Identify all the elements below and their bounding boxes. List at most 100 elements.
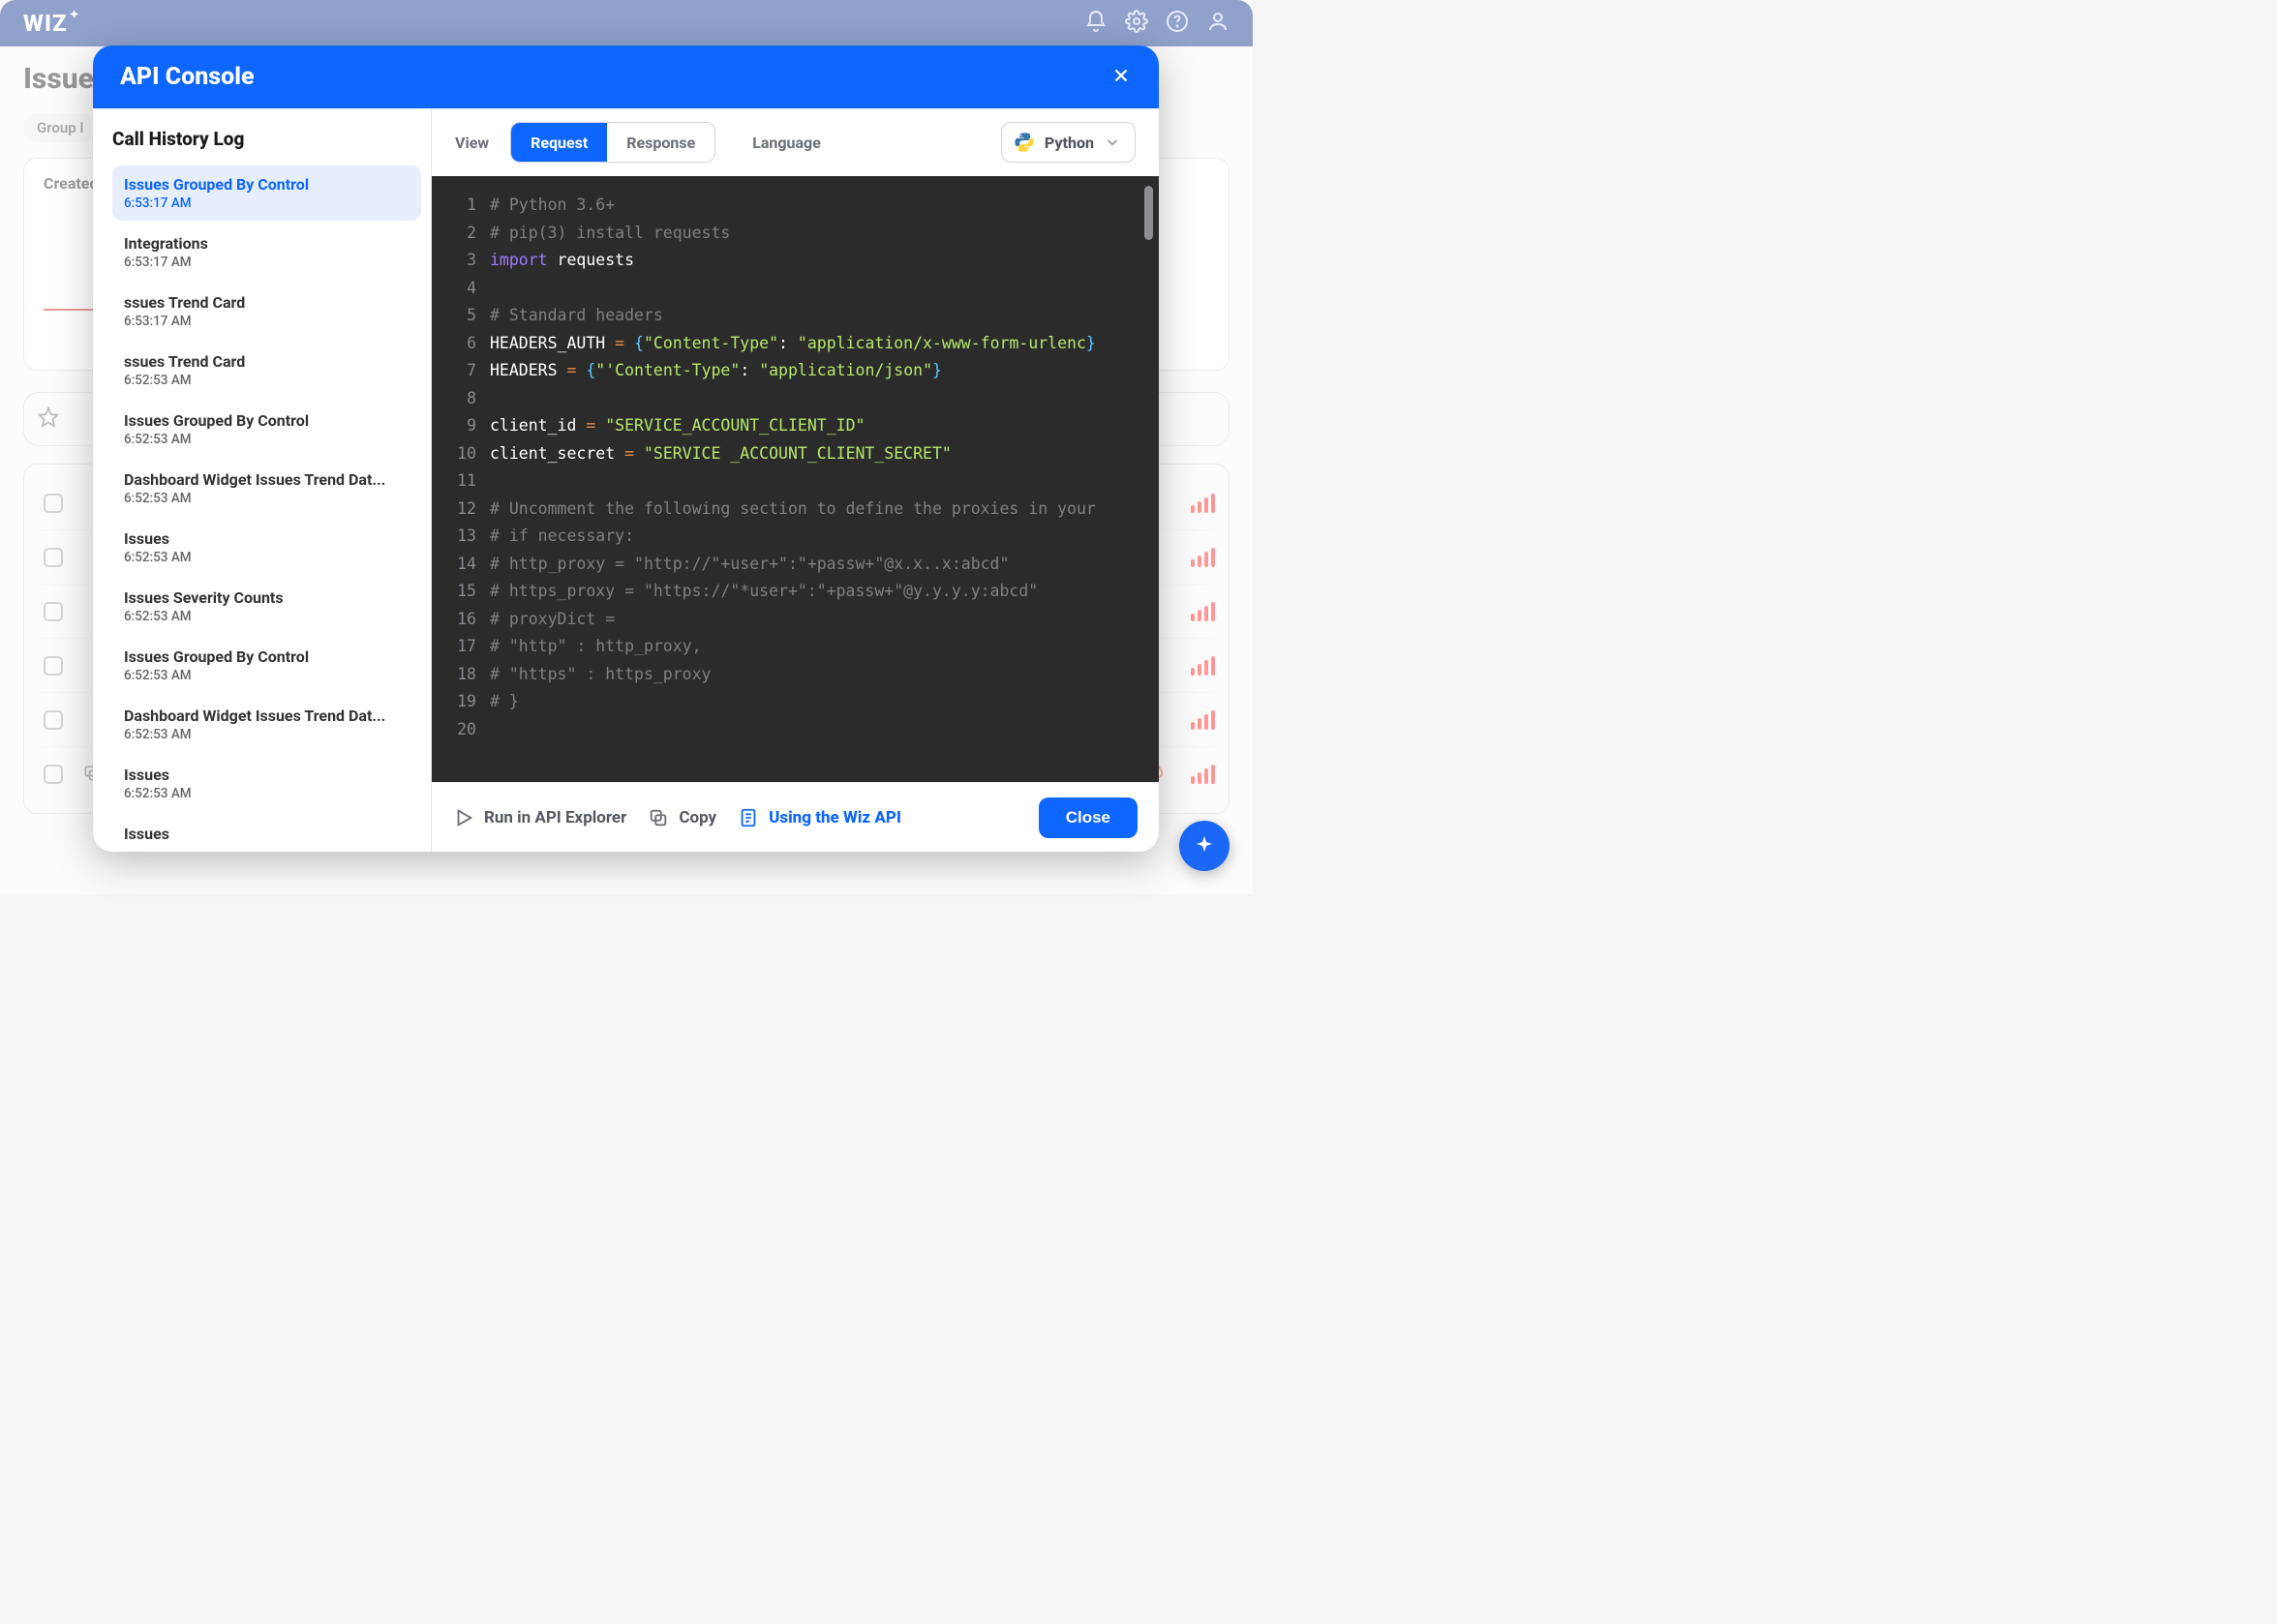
close-icon[interactable] (1110, 65, 1132, 90)
scrollbar-thumb[interactable] (1144, 186, 1153, 240)
history-item-name: Integrations (124, 234, 410, 253)
response-tab[interactable]: Response (607, 123, 714, 162)
history-item[interactable]: ssues Trend Card6:52:53 AM (112, 343, 421, 398)
line-number: 2 (432, 220, 490, 248)
code-content: # http_proxy = "http://"+user+":"+passw+… (490, 551, 1009, 579)
code-line: 3import requests (432, 247, 1159, 275)
code-line: 4 (432, 275, 1159, 303)
line-number: 7 (432, 357, 490, 385)
history-item-time: 6:52:53 AM (124, 727, 410, 742)
history-item-name: Issues Grouped By Control (124, 411, 410, 430)
code-content: HEADERS = {"'Content-Type": "application… (490, 357, 942, 385)
document-icon (738, 807, 759, 828)
code-content: HEADERS_AUTH = {"Content-Type": "applica… (490, 330, 1096, 358)
history-item[interactable]: Integrations 6:53:17 AM (112, 225, 421, 280)
code-content (490, 716, 500, 744)
code-line: 12# Uncomment the following section to d… (432, 496, 1159, 524)
code-content: # https_proxy = "https://"*user+":"+pass… (490, 578, 1038, 606)
line-number: 10 (432, 440, 490, 468)
code-line: 5# Standard headers (432, 302, 1159, 330)
code-toolbar: View Request Response Language Python (432, 108, 1159, 176)
history-item-time: 6:53:17 AM (124, 255, 410, 270)
code-line: 1# Python 3.6+ (432, 192, 1159, 220)
history-item-time: 6:53:17 AM (124, 195, 410, 211)
assistant-fab[interactable] (1179, 821, 1230, 871)
history-item-name: Issues Severity Counts (124, 588, 410, 607)
line-number: 15 (432, 578, 490, 606)
code-content: client_secret = "SERVICE _ACCOUNT_CLIENT… (490, 440, 952, 468)
code-panel: View Request Response Language Python (432, 108, 1159, 852)
line-number: 13 (432, 523, 490, 551)
code-content (490, 467, 500, 496)
code-line: 16# proxyDict = (432, 606, 1159, 634)
code-content: import requests (490, 247, 634, 275)
history-item[interactable]: Issues 6:52:53 AM (112, 756, 421, 811)
code-line: 18# "https" : https_proxy (432, 661, 1159, 689)
history-item[interactable]: Issues (112, 815, 421, 852)
code-content (490, 385, 500, 413)
history-item[interactable]: Dashboard Widget Issues Trend Dat... 6:52… (112, 461, 421, 516)
history-item-name: Issues Grouped By Control (124, 647, 410, 666)
line-number: 11 (432, 467, 490, 496)
request-tab[interactable]: Request (511, 123, 607, 162)
history-item-name: ssues Trend Card (124, 293, 410, 312)
code-line: 20 (432, 716, 1159, 744)
run-api-explorer-button[interactable]: Run in API Explorer (453, 807, 626, 828)
history-item-name: Dashboard Widget Issues Trend Dat... (124, 707, 410, 725)
history-item-time: 6:52:53 AM (124, 432, 410, 447)
request-response-toggle: Request Response (510, 122, 715, 163)
line-number: 19 (432, 688, 490, 716)
history-item-name: Issues (124, 825, 410, 843)
history-item[interactable]: Issues Grouped By Control 6:52:53 AM (112, 638, 421, 693)
close-button[interactable]: Close (1039, 797, 1138, 838)
language-select[interactable]: Python (1001, 122, 1136, 163)
line-number: 12 (432, 496, 490, 524)
history-item[interactable]: Dashboard Widget Issues Trend Dat... 6:52… (112, 697, 421, 752)
copy-icon (648, 807, 669, 828)
modal-footer: Run in API Explorer Copy Using the Wiz A… (432, 782, 1159, 852)
code-line: 6HEADERS_AUTH = {"Content-Type": "applic… (432, 330, 1159, 358)
code-content: # } (490, 688, 519, 716)
line-number: 18 (432, 661, 490, 689)
history-item[interactable]: Issues Grouped By Control6:53:17 AM (112, 165, 421, 221)
code-line: 7HEADERS = {"'Content-Type": "applicatio… (432, 357, 1159, 385)
code-line: 17# "http" : http_proxy, (432, 633, 1159, 661)
code-line: 13# if necessary: (432, 523, 1159, 551)
code-line: 2# pip(3) install requests (432, 220, 1159, 248)
copy-button[interactable]: Copy (648, 807, 716, 828)
language-value: Python (1045, 134, 1094, 152)
code-line: 14# http_proxy = "http://"+user+":"+pass… (432, 551, 1159, 579)
code-content (490, 275, 500, 303)
line-number: 14 (432, 551, 490, 579)
history-item-name: Dashboard Widget Issues Trend Dat... (124, 470, 410, 489)
history-item-time: 6:52:53 AM (124, 491, 410, 506)
call-history-sidebar: Call History Log Issues Grouped By Contr… (93, 108, 432, 852)
line-number: 3 (432, 247, 490, 275)
code-content: # pip(3) install requests (490, 220, 730, 248)
line-number: 16 (432, 606, 490, 634)
code-content: client_id = "SERVICE_ACCOUNT_CLIENT_ID" (490, 412, 865, 440)
history-item[interactable]: Issues Grouped By Control 6:52:53 AM (112, 402, 421, 457)
modal-header: API Console (93, 45, 1159, 108)
code-line: 19# } (432, 688, 1159, 716)
history-item-time: 6:52:53 AM (124, 786, 410, 801)
history-item[interactable]: Issues6:52:53 AM (112, 520, 421, 575)
code-content: # proxyDict = (490, 606, 615, 634)
history-item[interactable]: ssues Trend Card6:53:17 AM (112, 284, 421, 339)
chevron-down-icon (1104, 134, 1121, 151)
history-item-name: ssues Trend Card (124, 352, 410, 371)
history-item-time: 6:52:53 AM (124, 668, 410, 683)
history-item-name: Issues Grouped By Control (124, 175, 410, 194)
docs-link[interactable]: Using the Wiz API (738, 807, 901, 828)
code-content: # "https" : https_proxy (490, 661, 711, 689)
history-item[interactable]: Issues Severity Counts6:52:53 AM (112, 579, 421, 634)
play-icon (453, 807, 474, 828)
view-button[interactable]: View (455, 134, 489, 152)
code-content: # "http" : http_proxy, (490, 633, 702, 661)
history-item-time: 6:52:53 AM (124, 550, 410, 565)
line-number: 4 (432, 275, 490, 303)
line-number: 8 (432, 385, 490, 413)
history-item-name: Issues (124, 766, 410, 784)
code-editor[interactable]: 1# Python 3.6+2# pip(3) install requests… (432, 176, 1159, 782)
api-console-modal: API Console Call History Log Issues Grou… (93, 45, 1159, 852)
